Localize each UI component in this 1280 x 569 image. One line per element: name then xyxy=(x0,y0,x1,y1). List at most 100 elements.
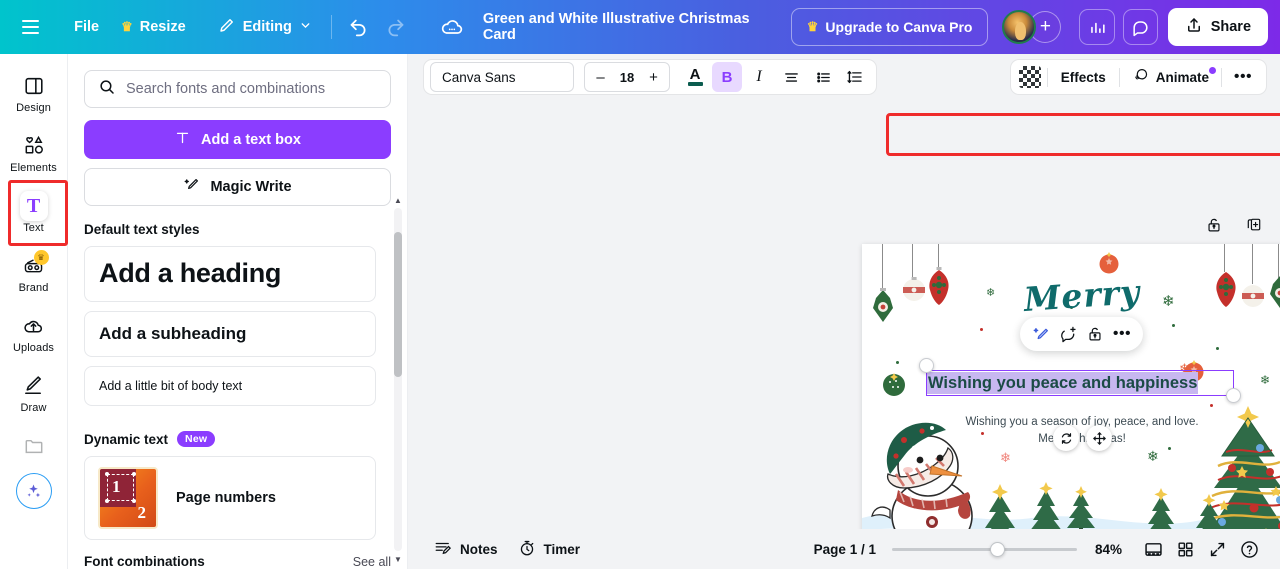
rotate-handle-icon[interactable] xyxy=(1053,425,1079,451)
sidebar-item-text[interactable]: T Text xyxy=(4,180,68,246)
sidebar-item-elements[interactable]: Elements xyxy=(4,126,64,179)
scrollbar-thumb[interactable] xyxy=(394,232,402,377)
align-icon[interactable] xyxy=(776,62,806,92)
page-number-two: 2 xyxy=(137,503,147,523)
body-text-element[interactable]: Wishing you a season of joy, peace, and … xyxy=(957,414,1207,449)
resize-handle-top-left[interactable] xyxy=(919,358,934,373)
page-view-icon[interactable] xyxy=(1138,534,1168,564)
hamburger-icon[interactable] xyxy=(14,10,47,44)
zoom-level-label[interactable]: 84% xyxy=(1095,542,1122,557)
canvas-area[interactable]: ❄ ❄ ❄ ❄ ❄ ❄ ❄ xyxy=(408,100,1280,529)
sidebar-item-label: Elements xyxy=(10,162,57,174)
ornament-orange xyxy=(1099,252,1119,274)
ornament-red xyxy=(1216,272,1236,307)
search-fonts-field[interactable] xyxy=(84,70,391,109)
resize-button[interactable]: ♛ Resize xyxy=(110,9,197,45)
sidebar-item-design[interactable]: Design xyxy=(4,66,64,119)
effects-button[interactable]: Effects xyxy=(1054,70,1113,85)
undo-icon[interactable] xyxy=(340,9,377,45)
panel-scrollbar[interactable]: ▲ ▼ xyxy=(393,194,403,565)
editor-body: Design Elements T Text ♛ Brand Uploads D… xyxy=(0,54,1280,569)
zoom-slider[interactable] xyxy=(891,541,1077,557)
share-icon xyxy=(1185,16,1203,38)
line-spacing-icon[interactable] xyxy=(840,62,870,92)
add-text-box-button[interactable]: Add a text box xyxy=(84,120,391,159)
style-add-body-text[interactable]: Add a little bit of body text xyxy=(84,366,376,407)
crown-icon: ♛ xyxy=(806,19,819,34)
upgrade-button[interactable]: ♛ Upgrade to Canva Pro xyxy=(790,8,989,46)
more-options-icon[interactable]: ••• xyxy=(1228,62,1258,92)
file-menu-button[interactable]: File xyxy=(63,9,110,45)
grid-view-icon[interactable] xyxy=(1170,534,1200,564)
font-size-value[interactable]: 18 xyxy=(620,70,634,85)
resize-handle-bottom-right[interactable] xyxy=(1226,388,1241,403)
timer-icon xyxy=(518,539,536,560)
pine-tree-small xyxy=(1067,486,1095,529)
document-title[interactable]: Green and White Illustrative Christmas C… xyxy=(471,9,791,45)
ornament-wire xyxy=(882,244,883,290)
duplicate-icon[interactable] xyxy=(1243,214,1265,236)
selected-text-content[interactable]: Wishing you peace and happiness xyxy=(927,372,1199,394)
design-canvas[interactable]: ❄ ❄ ❄ ❄ ❄ ❄ ❄ xyxy=(862,244,1280,529)
confetti-dot xyxy=(896,361,899,364)
text-color-button[interactable]: A xyxy=(680,62,710,92)
sidebar-item-draw[interactable]: Draw xyxy=(4,366,64,419)
increase-font-size-button[interactable]: + xyxy=(647,69,660,86)
editing-mode-button[interactable]: Editing xyxy=(207,9,323,45)
magic-edit-icon[interactable] xyxy=(1029,322,1053,346)
sidebar-item-brand[interactable]: ♛ Brand xyxy=(4,246,64,299)
share-button[interactable]: Share xyxy=(1167,8,1269,46)
lock-icon[interactable] xyxy=(1083,322,1107,346)
notes-label: Notes xyxy=(460,541,498,557)
ornament-white xyxy=(903,277,925,301)
transparency-icon[interactable] xyxy=(1018,66,1041,88)
notes-button[interactable]: Notes xyxy=(424,534,508,564)
magic-write-button[interactable]: Magic Write xyxy=(84,167,391,207)
style-add-subheading[interactable]: Add a subheading xyxy=(84,311,376,358)
divider xyxy=(1118,67,1120,87)
sidebar-item-uploads[interactable]: Uploads xyxy=(4,306,64,359)
text-icon: T xyxy=(19,191,48,221)
selected-text-element[interactable]: Wishing you peace and happiness xyxy=(919,358,1241,403)
redo-icon[interactable] xyxy=(377,9,414,45)
ornament-wire xyxy=(1252,244,1253,284)
fullscreen-icon[interactable] xyxy=(1202,534,1232,564)
magic-studio-icon[interactable] xyxy=(15,473,52,509)
status-bar: Notes Timer Page 1 / 1 84% xyxy=(408,529,1280,569)
ornament-wire xyxy=(1278,244,1279,278)
merry-headline[interactable]: Merry xyxy=(1023,272,1142,319)
more-options-icon[interactable]: ••• xyxy=(1110,322,1134,346)
uploads-icon xyxy=(20,313,48,339)
insights-icon[interactable] xyxy=(1079,9,1115,45)
help-icon[interactable] xyxy=(1234,534,1264,564)
scroll-up-icon[interactable]: ▲ xyxy=(394,196,402,205)
avatar[interactable] xyxy=(1002,10,1037,44)
font-size-stepper[interactable]: – 18 + xyxy=(584,62,670,92)
decrease-font-size-button[interactable]: – xyxy=(594,69,607,86)
pine-tree-small xyxy=(1031,482,1061,529)
search-input[interactable] xyxy=(126,81,377,98)
canva-editor: File ♛ Resize Editing Green and White Il… xyxy=(0,0,1280,569)
style-add-heading[interactable]: Add a heading xyxy=(84,246,376,303)
move-handle-icon[interactable] xyxy=(1086,425,1112,451)
font-family-select[interactable]: Canva Sans xyxy=(430,62,574,92)
bullet-list-icon[interactable] xyxy=(808,62,838,92)
comment-icon[interactable] xyxy=(1122,9,1158,45)
page-numbers-card[interactable]: 1 2 Page numbers xyxy=(84,456,376,541)
pencil-icon xyxy=(218,16,236,38)
lock-icon[interactable] xyxy=(1203,214,1225,236)
see-all-link[interactable]: See all xyxy=(353,555,391,569)
timer-button[interactable]: Timer xyxy=(508,534,591,564)
sidebar-item-label: Text xyxy=(23,222,44,234)
comment-add-icon[interactable] xyxy=(1056,322,1080,346)
zoom-slider-knob[interactable] xyxy=(989,541,1005,557)
sidebar-item-projects[interactable] xyxy=(4,426,64,464)
italic-button[interactable]: I xyxy=(744,62,774,92)
sidebar-item-label: Uploads xyxy=(12,342,55,354)
scroll-down-icon[interactable]: ▼ xyxy=(394,555,402,564)
cloud-saved-icon[interactable] xyxy=(434,9,471,45)
animate-button[interactable]: Animate xyxy=(1126,66,1216,89)
bold-button[interactable]: B xyxy=(712,62,742,92)
ornament-green xyxy=(873,288,893,322)
ornament-red xyxy=(929,267,949,305)
